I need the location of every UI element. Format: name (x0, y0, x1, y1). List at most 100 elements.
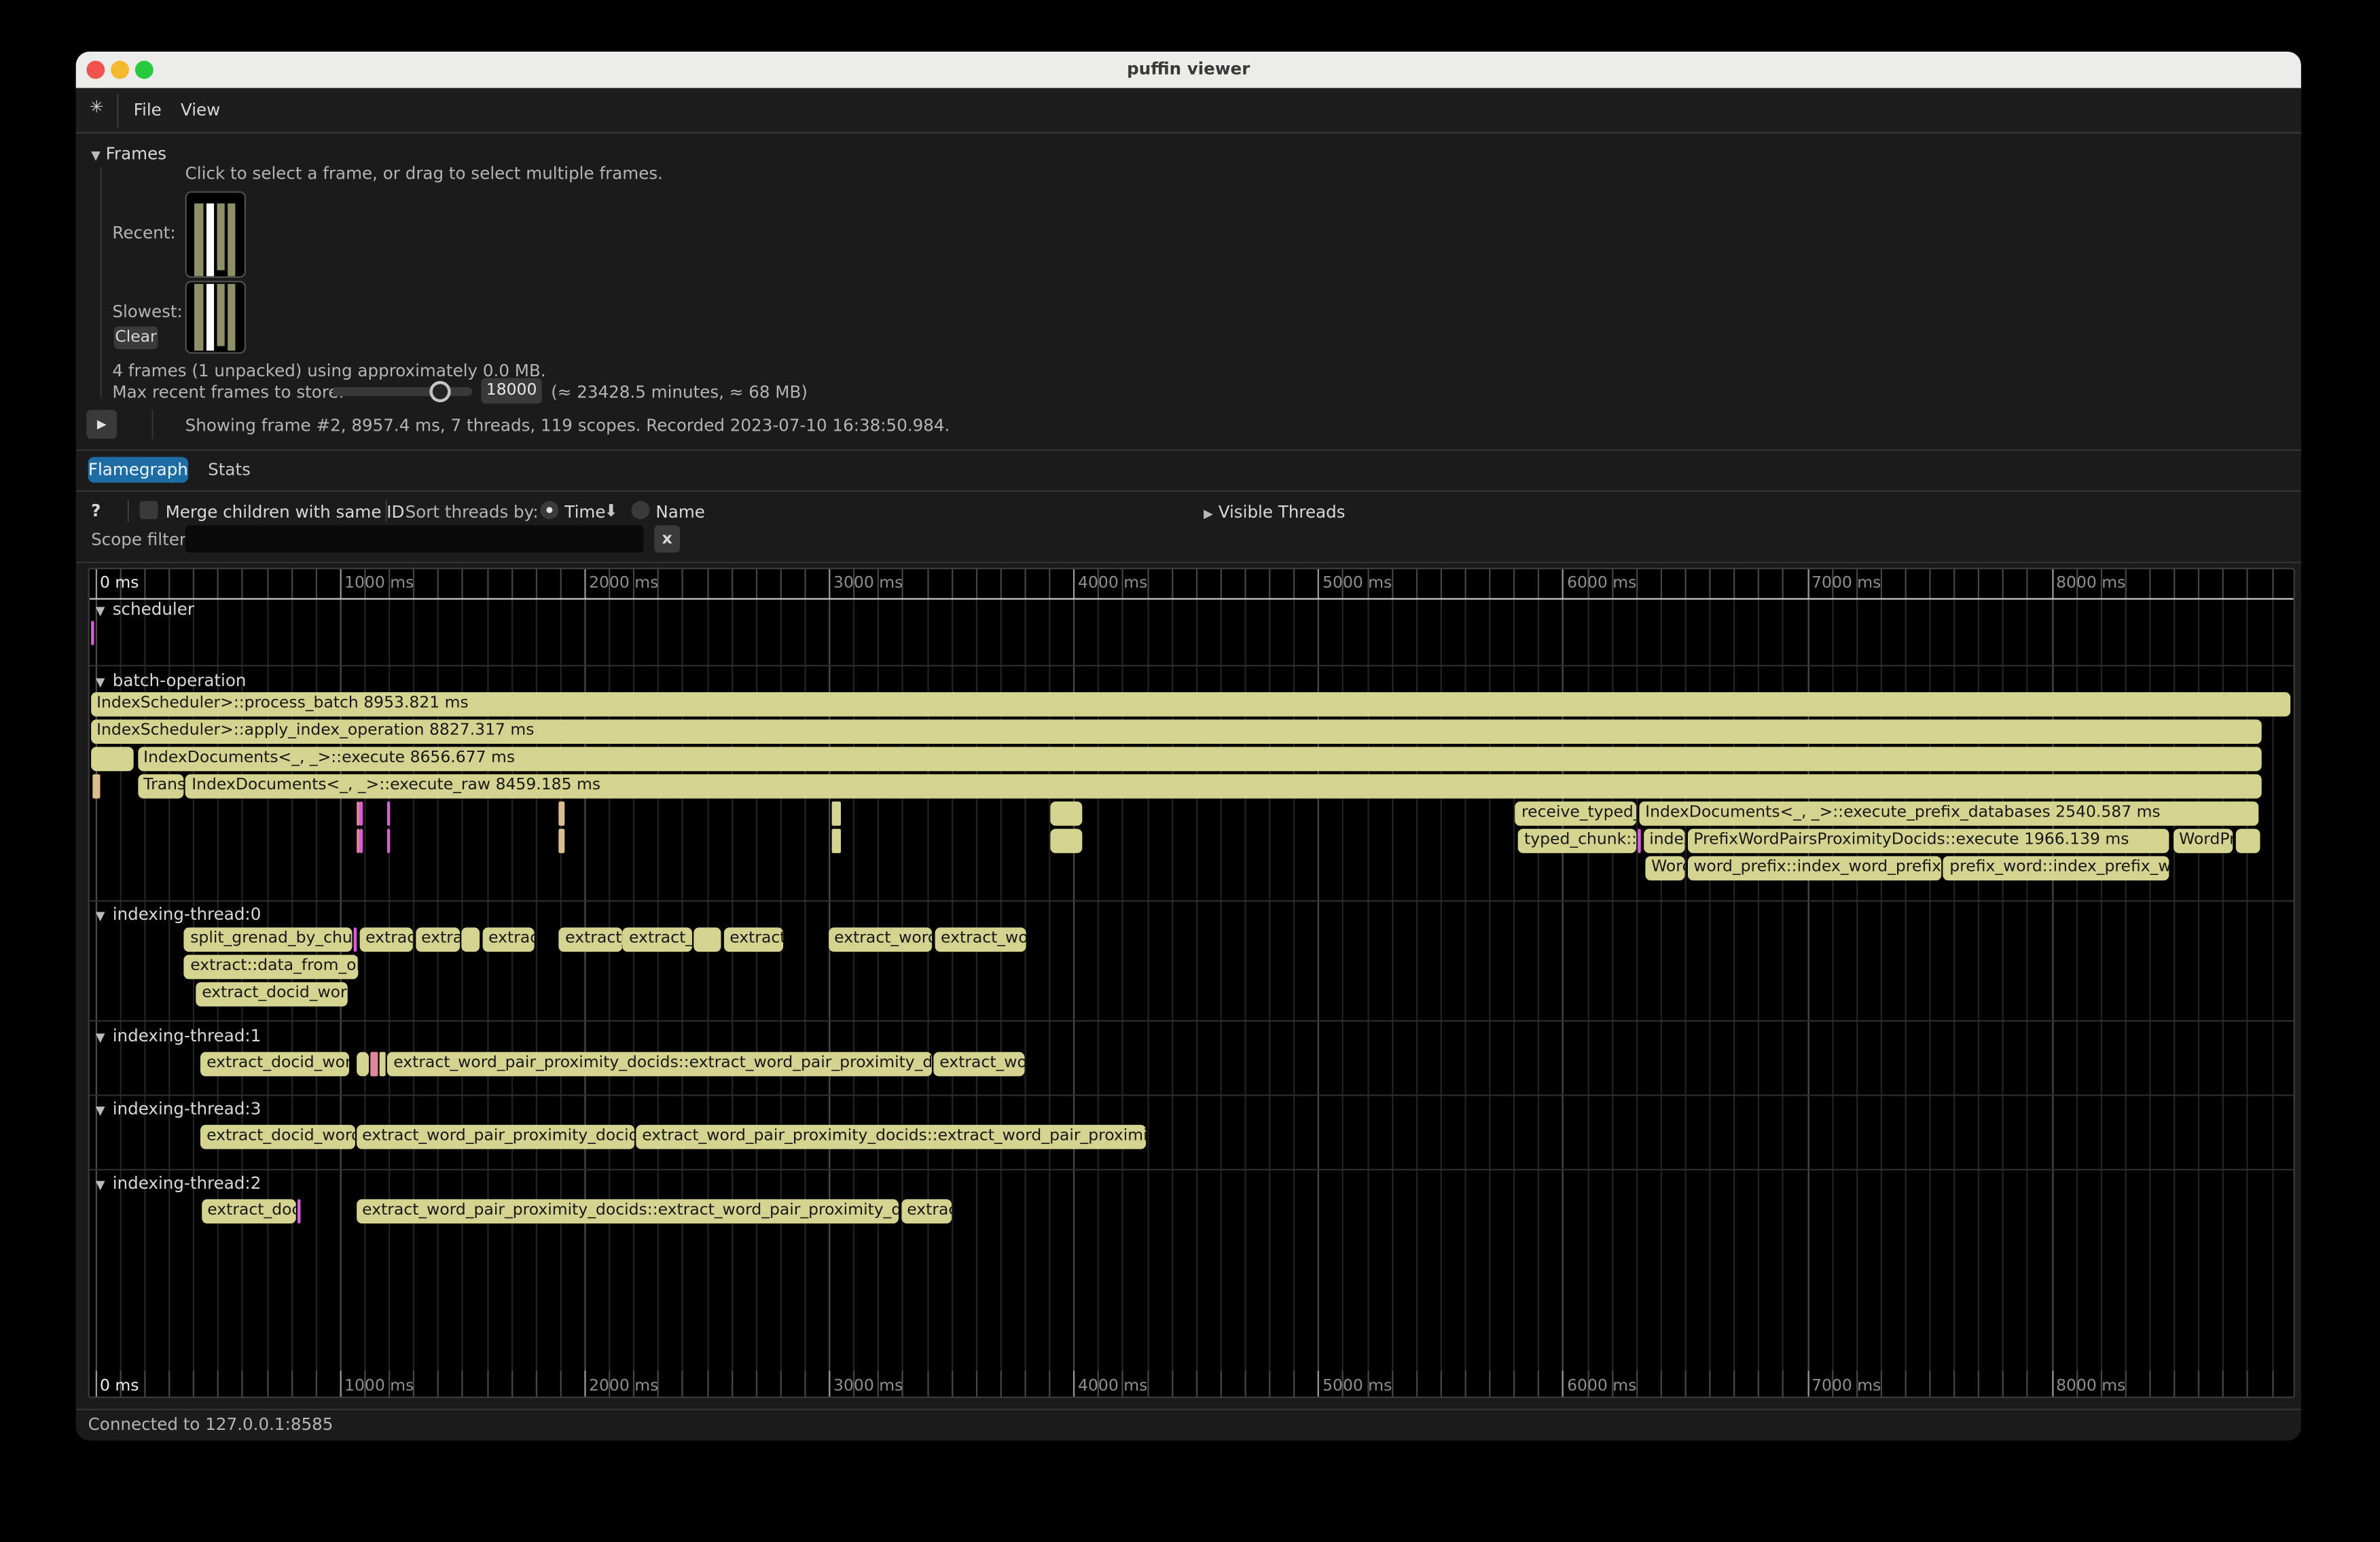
scope-bar[interactable]: WordPr (2173, 829, 2233, 853)
scope-bar[interactable] (2236, 829, 2260, 853)
scope-bar[interactable]: extrac (482, 927, 534, 952)
ruler-tick (437, 1371, 439, 1398)
tab-flamegraph[interactable]: Flamegraph (88, 457, 188, 483)
ruler-tick (2271, 569, 2273, 598)
scope-bar[interactable]: extra (415, 927, 460, 952)
scope-bar[interactable] (359, 829, 363, 853)
ruler-tick (1807, 1371, 1808, 1398)
scope-bar[interactable] (1049, 829, 1083, 853)
scope-bar[interactable]: index (1643, 829, 1685, 853)
scope-bar[interactable] (353, 927, 357, 952)
scope-bar[interactable] (558, 829, 565, 853)
tab-stats[interactable]: Stats (208, 460, 251, 480)
scope-bar[interactable]: IndexDocuments<_, _>::execute_raw 8459.1… (185, 774, 2261, 799)
scope-bar[interactable] (92, 774, 101, 799)
scope-bar[interactable] (371, 1052, 378, 1077)
scope-bar[interactable]: extract_wo (935, 927, 1026, 952)
sort-direction-arrow-icon[interactable]: ⬇ (604, 501, 618, 520)
scope-bar[interactable]: extract_docid_word (200, 1125, 355, 1149)
max-frames-slider[interactable] (332, 387, 472, 396)
scope-bar[interactable] (694, 927, 721, 952)
visible-threads-header[interactable]: ▶ Visible Threads (1204, 503, 1345, 524)
scope-bar[interactable]: split_grenad_by_chun (184, 927, 353, 952)
scope-bar[interactable] (90, 747, 133, 771)
scope-bar[interactable]: extract_word_pair_proximity_docids::extr… (356, 1199, 899, 1223)
ruler-tick (1684, 1371, 1686, 1398)
frames-indent-line (100, 167, 101, 398)
scope-bar[interactable] (1049, 802, 1083, 826)
recent-frames-thumbnail[interactable] (185, 192, 246, 278)
scope-bar[interactable]: Trans (137, 774, 184, 799)
ruler-tick (780, 1371, 781, 1398)
scope-bar[interactable] (356, 1052, 369, 1077)
scope-bar[interactable]: receive_typed_ (1515, 802, 1636, 826)
scope-bar[interactable]: extract (359, 927, 413, 952)
scope-bar[interactable]: extract_word_pair_proximity_docids::extr… (636, 1125, 1145, 1149)
scope-bar[interactable] (387, 829, 389, 853)
play-button[interactable]: ▶ (86, 410, 117, 438)
help-button[interactable]: ? (91, 501, 101, 520)
slider-knob[interactable] (429, 381, 450, 402)
scope-bar[interactable]: extract::data_from_ob (184, 955, 358, 980)
scope-bar[interactable]: IndexDocuments<_, _>::execute_prefix_dat… (1639, 802, 2258, 826)
scope-bar[interactable]: extract_word_pair_proximity_docids (356, 1125, 634, 1149)
scope-bar[interactable] (387, 802, 389, 826)
scope-bar[interactable] (359, 802, 363, 826)
scope-bar[interactable]: extract_wo (933, 1052, 1024, 1077)
scope-bar[interactable]: Word (1645, 856, 1685, 880)
scope-bar[interactable] (1638, 829, 1641, 853)
ruler-tick (2222, 1371, 2224, 1398)
time-tick-label: 8000 ms (2056, 574, 2125, 592)
scope-bar[interactable]: PrefixWordPairsProximityDocids::execute … (1687, 829, 2169, 853)
scope-bar[interactable] (461, 927, 480, 952)
scope-bar[interactable]: IndexScheduler>::process_batch 8953.821 … (90, 692, 2291, 717)
scope-bar[interactable] (298, 1199, 300, 1223)
scope-bar[interactable]: extrac (901, 1199, 951, 1223)
scope-bar[interactable]: IndexScheduler>::apply_index_operation 8… (90, 719, 2261, 744)
scope-bar[interactable]: extract_docid_word (200, 1052, 348, 1077)
sort-name-radio[interactable] (632, 501, 650, 519)
scope-bar[interactable]: IndexDocuments<_, _>::execute 8656.677 m… (137, 747, 2261, 771)
clear-button[interactable]: Clear (114, 326, 158, 349)
scope-bar[interactable] (558, 802, 565, 826)
scope-bar[interactable] (356, 829, 359, 853)
thread-header-indexing-thread:3[interactable]: ▼indexing-thread:3 (96, 1099, 262, 1119)
ruler-tick (1171, 569, 1172, 598)
scope-bar[interactable] (356, 802, 359, 826)
sort-time-radio[interactable] (541, 501, 559, 519)
thread-header-indexing-thread:0[interactable]: ▼indexing-thread:0 (96, 905, 262, 925)
scope-bar[interactable]: extract_docid_word (196, 982, 348, 1007)
scope-bar[interactable] (380, 1052, 385, 1077)
scope-bar[interactable]: extract_ (559, 927, 621, 952)
menu-file[interactable]: File (134, 100, 162, 120)
flamegraph-canvas[interactable]: 0 ms0 ms1000 ms1000 ms2000 ms2000 ms3000… (88, 568, 2295, 1398)
max-frames-value[interactable]: 18000 (481, 378, 541, 404)
thread-header-indexing-thread:1[interactable]: ▼indexing-thread:1 (96, 1026, 262, 1046)
scope-bar[interactable]: extract_word_pair_proximity_docids::extr… (387, 1052, 931, 1077)
scope-bar[interactable]: extract_word (828, 927, 932, 952)
ruler-tick (1684, 569, 1686, 598)
frames-section-header[interactable]: ▼ Frames (91, 144, 166, 165)
ruler-tick (1782, 1371, 1784, 1398)
controls-divider (386, 499, 387, 522)
menu-view[interactable]: View (181, 100, 220, 120)
scope-bar[interactable]: extract_ (623, 927, 693, 952)
scope-bar[interactable] (91, 621, 93, 645)
merge-children-checkbox[interactable] (140, 501, 158, 519)
scope-filter-input[interactable] (185, 525, 644, 552)
thread-header-indexing-thread:2[interactable]: ▼indexing-thread:2 (96, 1173, 262, 1193)
scope-bar[interactable]: prefix_word::index_prefix_wo (1943, 856, 2169, 880)
scope-bar[interactable]: extract_doc (201, 1199, 296, 1223)
scope-bar[interactable] (832, 829, 841, 853)
scope-bar[interactable]: word_prefix::index_word_prefix_ (1687, 856, 1941, 880)
frames-summary: 4 frames (1 unpacked) using approximatel… (112, 361, 545, 381)
thread-header-batch-operation[interactable]: ▼batch-operation (96, 671, 247, 691)
theme-icon[interactable]: ✳ (90, 97, 104, 117)
scope-bar[interactable]: extract (723, 927, 782, 952)
connection-status: Connected to 127.0.0.1:8585 (88, 1415, 333, 1435)
slowest-frames-thumbnail[interactable] (185, 281, 246, 353)
thread-header-scheduler[interactable]: ▼scheduler (96, 600, 194, 620)
scope-bar[interactable]: typed_chunk::w (1518, 829, 1636, 853)
scope-bar[interactable] (832, 802, 841, 826)
clear-filter-button[interactable]: x (654, 525, 680, 552)
